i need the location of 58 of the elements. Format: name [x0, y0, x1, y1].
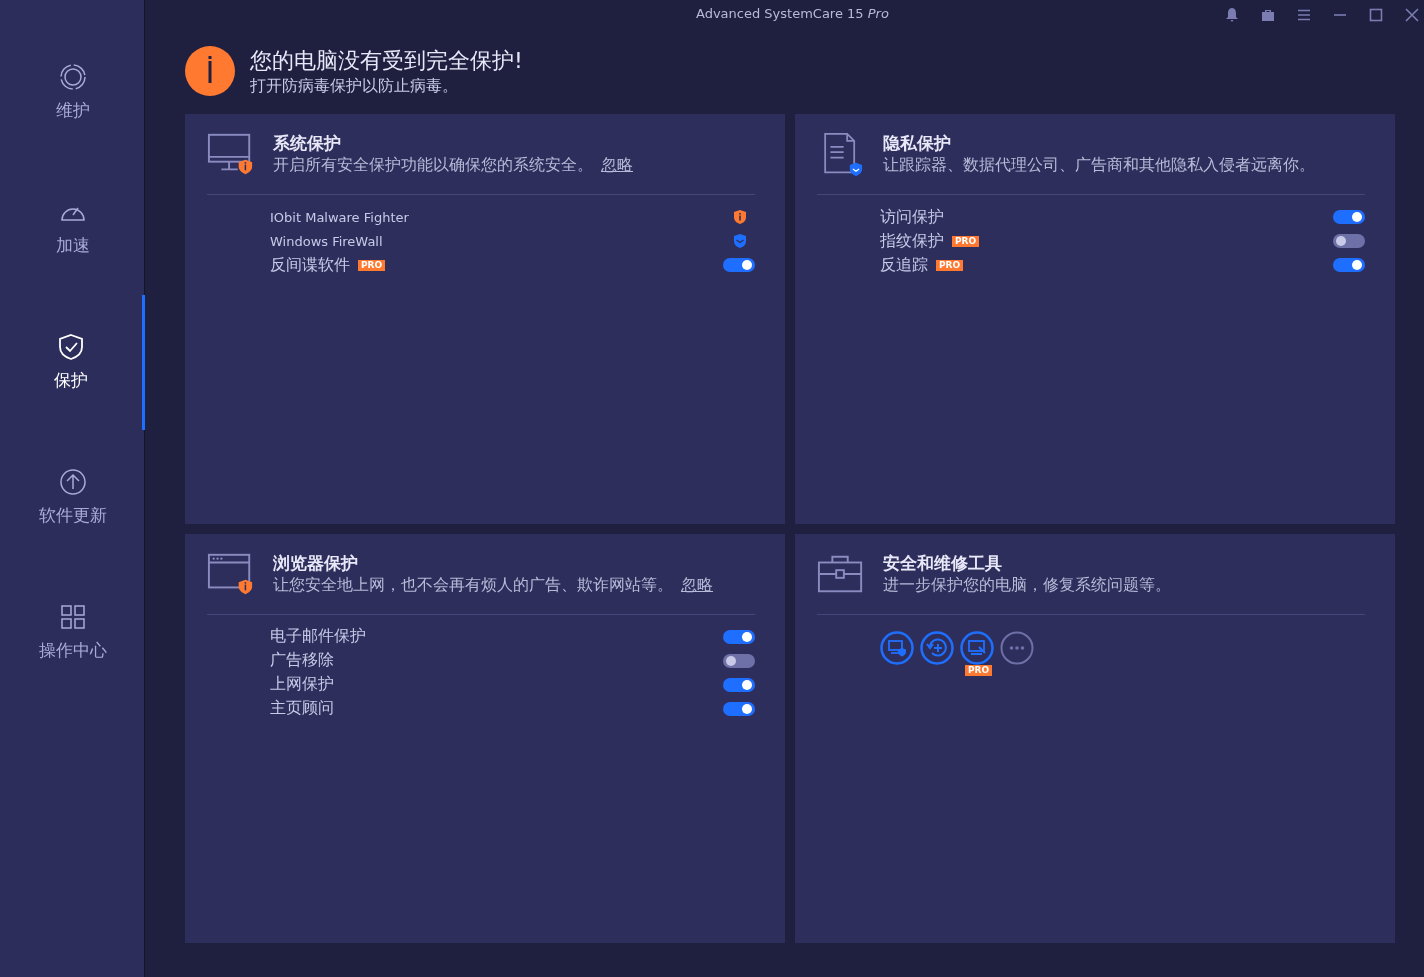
ignore-link[interactable]: 忽略: [601, 155, 633, 176]
setting-label: 访问保护: [880, 206, 944, 228]
toggle-switch[interactable]: [723, 653, 755, 668]
window-title: Advanced SystemCare 15 Pro: [696, 6, 889, 21]
pro-badge: PRO: [965, 664, 993, 676]
arrow-up-circle-icon: [58, 468, 87, 496]
bell-icon[interactable]: [1224, 7, 1240, 23]
sidebar-item[interactable]: 软件更新: [0, 430, 145, 565]
toggle-switch[interactable]: [1333, 210, 1365, 224]
computer-shield-button[interactable]: [880, 630, 914, 665]
pro-badge: PRO: [952, 235, 980, 247]
briefcase-icon[interactable]: [1260, 7, 1276, 23]
card-description: 开启所有安全保护功能以确保您的系统安全。: [273, 155, 593, 176]
computer-wrench-button[interactable]: [960, 630, 994, 665]
sidebar-item[interactable]: 保护: [0, 295, 145, 430]
maximize-icon[interactable]: [1368, 7, 1384, 23]
setting-label: 反追踪: [880, 254, 928, 276]
menu-icon[interactable]: [1296, 7, 1312, 23]
shield-check-icon: [57, 333, 85, 361]
toggle-switch[interactable]: [1333, 258, 1365, 272]
card-description: 让您安全地上网，也不会再有烦人的广告、欺诈网站等。: [273, 574, 673, 596]
browser-window-warning-icon: [207, 551, 255, 596]
pro-badge: PRO: [936, 259, 964, 271]
setting-label: 指纹保护: [880, 230, 944, 252]
alert-title: 您的电脑没有受到完全保护!: [250, 46, 523, 75]
sidebar-item[interactable]: 加速: [0, 160, 145, 295]
card-title: 系统保护: [273, 132, 342, 155]
alert-subtitle: 打开防病毒保护以防止病毒。: [250, 75, 459, 97]
toggle-switch[interactable]: [723, 677, 755, 692]
setting-label: 上网保护: [270, 674, 334, 695]
toggle-switch[interactable]: [723, 258, 755, 272]
sidebar-item[interactable]: 操作中心: [0, 565, 145, 700]
setting-label: 电子邮件保护: [270, 626, 366, 647]
shield-warning-icon: [733, 209, 747, 225]
card-title: 浏览器保护: [273, 551, 359, 575]
toggle-switch[interactable]: [723, 629, 755, 644]
card-description: 让跟踪器、数据代理公司、广告商和其他隐私入侵者远离你。: [883, 155, 1315, 176]
setting-label: IObit Malware Fighter: [270, 209, 409, 225]
sidebar-item[interactable]: 维护: [0, 25, 145, 160]
restore-button[interactable]: [920, 630, 954, 665]
shield-check-icon: [733, 233, 747, 249]
toggle-switch[interactable]: [1333, 234, 1365, 248]
card-description: 进一步保护您的电脑，修复系统问题等。: [883, 574, 1171, 596]
more-button[interactable]: [1000, 630, 1034, 665]
toggle-switch[interactable]: [723, 701, 755, 716]
setting-label: Windows FireWall: [270, 233, 383, 249]
pro-badge: PRO: [358, 259, 386, 271]
monitor-warning-icon: [207, 132, 255, 176]
setting-label: 主页顾问: [270, 698, 334, 719]
setting-label: 广告移除: [270, 650, 334, 671]
card-title: 隐私保护: [883, 132, 952, 155]
rings-icon: [58, 63, 87, 91]
setting-label: 反间谍软件: [270, 254, 350, 276]
close-icon[interactable]: [1404, 7, 1420, 23]
ignore-link[interactable]: 忽略: [681, 574, 713, 596]
info-icon: [185, 46, 235, 96]
card-title: 安全和维修工具: [883, 551, 1003, 575]
grid-icon: [58, 603, 87, 631]
